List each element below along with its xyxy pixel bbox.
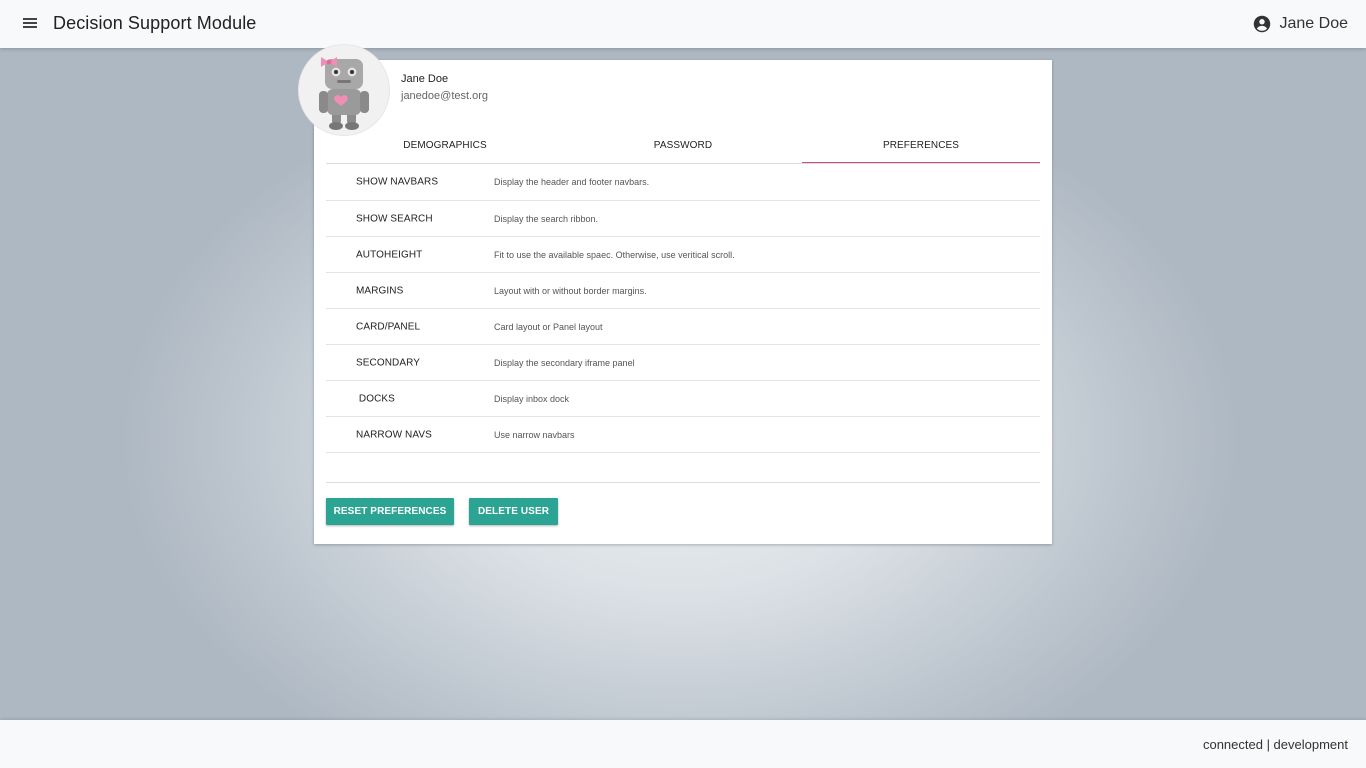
account-circle-icon — [1253, 15, 1270, 33]
user-menu[interactable]: Jane Doe — [1253, 13, 1349, 35]
pref-row-margins[interactable]: MARGINS Layout with or without border ma… — [326, 273, 1040, 309]
app-title: Decision Support Module — [53, 13, 257, 33]
pref-label: MARGINS — [356, 285, 404, 296]
pref-label: DOCKS — [356, 393, 395, 404]
pref-description: Display inbox dock — [494, 393, 570, 404]
robot-plush-avatar-icon — [299, 45, 389, 135]
pref-row-show-search[interactable]: SHOW SEARCH Display the search ribbon. — [326, 201, 1040, 237]
pref-row-show-navbars[interactable]: SHOW NAVBARS Display the header and foot… — [326, 164, 1040, 201]
pref-label: SHOW NAVBARS — [356, 176, 439, 188]
pref-description: Layout with or without border margins. — [494, 285, 647, 296]
profile-email: janedoe@test.org — [401, 90, 489, 102]
pref-description: Card layout or Panel layout — [494, 321, 603, 332]
pref-row-secondary[interactable]: SECONDARY Display the secondary iframe p… — [326, 345, 1040, 381]
app-header: Decision Support Module Jane Doe — [0, 0, 1366, 48]
pref-description: Display the header and footer navbars. — [494, 177, 650, 187]
connection-status: connected | development — [1202, 737, 1348, 752]
pref-label: SECONDARY — [356, 357, 421, 368]
pref-label: AUTOHEIGHT — [356, 249, 423, 260]
menu-icon[interactable] — [20, 14, 40, 34]
preferences-list: SHOW NAVBARS Display the header and foot… — [326, 164, 1040, 453]
pref-row-docks[interactable]: DOCKS Display inbox dock — [326, 381, 1040, 417]
pref-row-narrow-navs[interactable]: NARROW NAVS Use narrow navbars — [326, 417, 1040, 453]
pref-row-card-panel[interactable]: CARD/PANEL Card layout or Panel layout — [326, 309, 1040, 345]
avatar — [299, 45, 389, 135]
profile-name: Jane Doe — [401, 73, 449, 85]
pref-label: SHOW SEARCH — [356, 213, 433, 224]
reset-preferences-button[interactable]: RESET PREFERENCES — [326, 498, 454, 525]
app-footer: connected | development — [0, 720, 1366, 768]
delete-user-button[interactable]: DELETE USER — [469, 498, 558, 525]
pref-description: Display the secondary iframe panel — [494, 357, 635, 368]
pref-label: NARROW NAVS — [356, 429, 432, 440]
tab-password[interactable]: PASSWORD — [564, 129, 802, 163]
profile-card: Jane Doe janedoe@test.org DEMOGRAPHICS P… — [314, 60, 1052, 544]
header-user-name: Jane Doe — [1279, 15, 1349, 32]
pref-description: Use narrow navbars — [494, 429, 575, 440]
pref-description: Fit to use the available spaec. Otherwis… — [494, 249, 735, 260]
pref-label: CARD/PANEL — [356, 321, 421, 332]
pref-row-autoheight[interactable]: AUTOHEIGHT Fit to use the available spae… — [326, 237, 1040, 273]
profile-tabs: DEMOGRAPHICS PASSWORD PREFERENCES — [326, 129, 1040, 164]
pref-description: Display the search ribbon. — [494, 213, 599, 224]
tab-preferences[interactable]: PREFERENCES — [802, 129, 1040, 163]
tab-demographics[interactable]: DEMOGRAPHICS — [326, 129, 564, 163]
actions-divider — [326, 482, 1040, 483]
